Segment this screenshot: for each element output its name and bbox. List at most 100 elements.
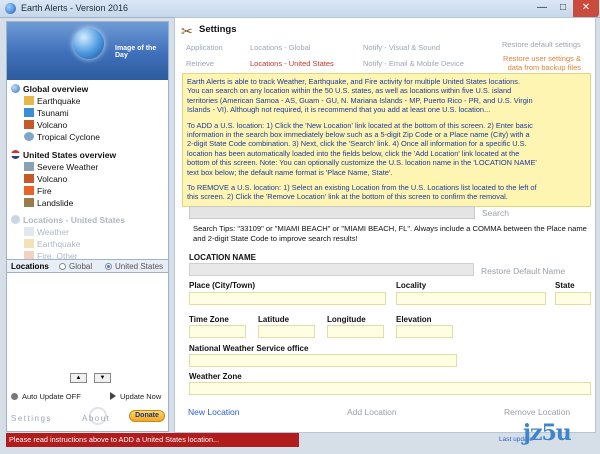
new-location-link[interactable]: New Location: [188, 407, 240, 417]
fire-icon: [24, 186, 34, 195]
add-location-link[interactable]: Add Location: [347, 407, 397, 417]
tab-notify-visual[interactable]: Notify - Visual & Sound: [363, 43, 440, 52]
move-up-button[interactable]: ▲: [70, 373, 87, 383]
weather-icon: [24, 227, 34, 236]
group-title: United States overview: [23, 150, 117, 160]
locations-us-group[interactable]: Locations - United States: [11, 215, 125, 225]
settings-link[interactable]: Settings: [11, 414, 52, 423]
tab-application[interactable]: Application: [186, 43, 223, 52]
tools-icon: ✂: [181, 23, 193, 39]
close-button[interactable]: ✕: [573, 0, 599, 17]
instructions-intro: Earth Alerts is able to track Weather, E…: [187, 77, 533, 115]
site-watermark: jz5u: [523, 420, 572, 446]
list-item-tropical-cyclone[interactable]: Tropical Cyclone: [24, 132, 100, 142]
united-states-radio-label: United States: [115, 262, 164, 271]
state-field[interactable]: [555, 292, 591, 305]
maximize-button[interactable]: □: [553, 0, 573, 17]
image-of-the-day-banner[interactable]: Image of the Day: [7, 22, 168, 80]
us-locations-list[interactable]: [7, 273, 168, 368]
global-radio[interactable]: [59, 263, 66, 270]
longitude-label: Longitude: [327, 315, 366, 324]
state-label: State: [555, 281, 575, 290]
cyclone-icon: [24, 132, 34, 141]
earth-icon: [5, 3, 16, 14]
instructions-add: To ADD a U.S. location: 1) Click the 'Ne…: [187, 120, 537, 177]
latitude-label: Latitude: [258, 315, 290, 324]
auto-update-toggle[interactable]: Auto Update OFF: [11, 392, 81, 401]
volcano-icon: [24, 174, 34, 183]
donate-button[interactable]: Donate: [129, 410, 165, 422]
group-title: Locations - United States: [23, 215, 126, 225]
locations-bar: Locations Global United States: [7, 259, 168, 273]
update-now-label: Update Now: [120, 392, 162, 401]
list-item-earthquake-dim[interactable]: Earthquake: [24, 239, 80, 249]
location-name-label: LOCATION NAME: [189, 253, 256, 262]
locality-field[interactable]: [396, 292, 546, 305]
longitude-field[interactable]: [327, 325, 384, 338]
time-zone-label: Time Zone: [189, 315, 229, 324]
us-flag-icon: [11, 150, 20, 159]
tab-retrieve[interactable]: Retrieve: [186, 59, 214, 68]
update-now-button[interactable]: Update Now: [110, 392, 161, 401]
item-label: Tsunami: [37, 108, 69, 118]
elevation-field[interactable]: [396, 325, 453, 338]
list-item-fire[interactable]: Fire: [24, 186, 52, 196]
nws-office-field[interactable]: [189, 354, 457, 367]
tab-locations-us[interactable]: Locations - United States: [250, 59, 334, 68]
tab-notify-email[interactable]: Notify - Email & Mobile Device: [363, 59, 464, 68]
us-overview[interactable]: United States overview: [11, 150, 116, 160]
restore-default-settings-link[interactable]: Restore default settings: [502, 40, 581, 49]
weather-zone-field[interactable]: [189, 382, 591, 395]
global-radio-label: Global: [69, 262, 93, 271]
left-panel: Image of the Day Global overview Earthqu…: [6, 21, 169, 432]
item-label: Volcano: [37, 174, 68, 184]
tab-locations-global[interactable]: Locations - Global: [250, 43, 310, 52]
item-label: Weather: [37, 227, 69, 237]
instructions-remove: To REMOVE a U.S. location: 1) Select an …: [187, 183, 537, 202]
place-field[interactable]: [189, 292, 386, 305]
search-input[interactable]: [189, 206, 475, 219]
move-down-button[interactable]: ▼: [94, 373, 111, 383]
minimize-button[interactable]: —: [531, 0, 553, 17]
location-name-field[interactable]: [189, 263, 474, 276]
list-item-weather-dim[interactable]: Weather: [24, 227, 69, 237]
earthquake-icon: [24, 96, 34, 105]
locality-label: Locality: [396, 281, 427, 290]
item-label: Earthquake: [37, 239, 81, 249]
list-item-volcano-us[interactable]: Volcano: [24, 174, 67, 184]
instructions-box: Earth Alerts is able to track Weather, E…: [182, 73, 591, 207]
item-label: Volcano: [37, 120, 68, 130]
settings-panel: ✂ Settings Application Locations - Globa…: [174, 17, 596, 433]
list-item-earthquake[interactable]: Earthquake: [24, 96, 80, 106]
list-item-volcano[interactable]: Volcano: [24, 120, 67, 130]
landslide-icon: [24, 198, 34, 207]
restore-default-name-button[interactable]: Restore Default Name: [481, 266, 565, 276]
list-item-severe-weather[interactable]: Severe Weather: [24, 162, 98, 172]
globe-icon: [73, 28, 104, 59]
item-label: Tropical Cyclone: [37, 132, 100, 142]
item-label: Fire: [37, 186, 52, 196]
latitude-field[interactable]: [258, 325, 315, 338]
restore-backup-link[interactable]: Restore user settings & data from backup…: [495, 54, 581, 72]
auto-update-label: Auto Update OFF: [22, 392, 81, 401]
globe-icon: [11, 84, 20, 93]
global-overview[interactable]: Global overview: [11, 84, 88, 94]
list-item-landslide[interactable]: Landslide: [24, 198, 73, 208]
tsunami-icon: [24, 108, 34, 117]
united-states-radio[interactable]: [105, 263, 112, 270]
list-item-tsunami[interactable]: Tsunami: [24, 108, 69, 118]
title-bar: Earth Alerts - Version 2016 — □ ✕: [0, 0, 600, 18]
page-title: Settings: [199, 24, 237, 35]
elevation-label: Elevation: [396, 315, 432, 324]
search-button[interactable]: Search: [482, 208, 509, 218]
nws-office-label: National Weather Service office: [189, 344, 309, 353]
status-bar: Please read instructions above to ADD a …: [6, 433, 299, 447]
locations-label: Locations: [11, 262, 49, 271]
remove-location-link[interactable]: Remove Location: [504, 407, 570, 417]
volcano-icon: [24, 120, 34, 129]
about-link[interactable]: About: [82, 414, 110, 423]
time-zone-field[interactable]: [189, 325, 246, 338]
search-tips: Search Tips: "33109" or "MIAMI BEACH" or…: [193, 224, 587, 243]
status-dot-icon: [11, 393, 18, 400]
item-label: Landslide: [37, 198, 74, 208]
